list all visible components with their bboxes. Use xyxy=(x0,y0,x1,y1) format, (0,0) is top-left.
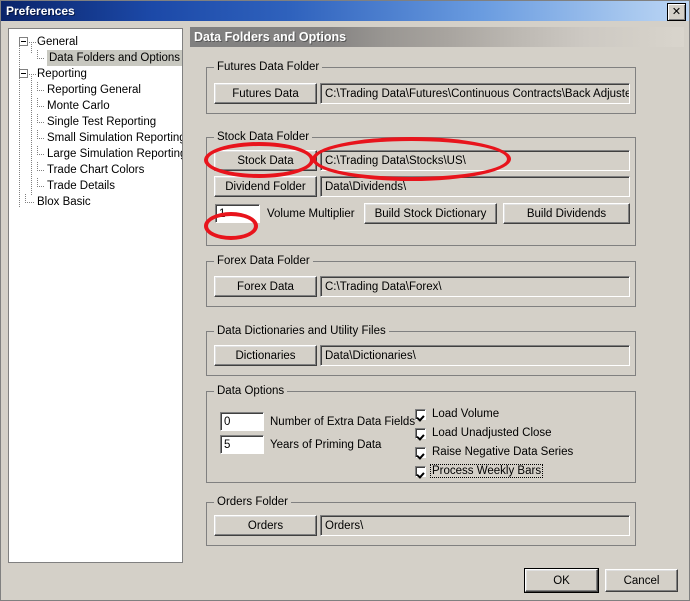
sidebar-item-label: Small Simulation Reporting xyxy=(47,132,183,144)
tree-connector xyxy=(37,90,45,91)
volume-multiplier-input[interactable]: 1 xyxy=(215,204,260,223)
page-title-banner: Data Folders and Options xyxy=(190,27,684,47)
sidebar-item-label: Reporting General xyxy=(47,84,141,96)
checkbox-label: Raise Negative Data Series xyxy=(432,446,574,458)
sidebar-item-data-folders-and-options[interactable]: Data Folders and Options xyxy=(15,50,182,66)
checkmark-icon[interactable] xyxy=(415,427,426,439)
sidebar-item-label: Data Folders and Options xyxy=(47,50,182,66)
sidebar-item-label: Reporting xyxy=(37,68,87,80)
sidebar-item-trade-chart-colors[interactable]: Trade Chart Colors xyxy=(15,162,182,178)
preferences-dialog: Preferences ✕ General Data Folders and Op… xyxy=(0,0,690,601)
tree-connector xyxy=(37,154,45,155)
checkbox-load-volume[interactable]: Load Volume xyxy=(415,408,499,420)
tree-collapse-icon[interactable] xyxy=(19,37,28,46)
checkbox-label: Load Unadjusted Close xyxy=(432,427,552,439)
orders-group-caption: Orders Folder xyxy=(214,496,291,508)
sidebar-item-label: General xyxy=(37,36,78,48)
window-titlebar: Preferences ✕ xyxy=(1,1,689,21)
stock-data-folder-group: Stock Data Folder Stock Data C:\Trading … xyxy=(206,131,636,246)
forex-data-folder-group: Forex Data Folder Forex Data C:\Trading … xyxy=(206,255,636,307)
ok-button[interactable]: OK xyxy=(525,569,598,592)
dictionaries-group-caption: Data Dictionaries and Utility Files xyxy=(214,325,389,337)
tree-connector xyxy=(37,130,38,139)
page-title: Data Folders and Options xyxy=(194,30,347,44)
tree-connector xyxy=(37,186,45,187)
tree-connector xyxy=(37,138,45,139)
checkbox-load-unadjusted-close[interactable]: Load Unadjusted Close xyxy=(415,427,552,439)
sidebar-item-small-simulation-reporting[interactable]: Small Simulation Reporting xyxy=(15,130,182,146)
stock-group-caption: Stock Data Folder xyxy=(214,131,313,143)
forex-data-button[interactable]: Forex Data xyxy=(214,276,317,297)
sidebar-item-general[interactable]: General xyxy=(15,34,182,50)
build-stock-dictionary-button[interactable]: Build Stock Dictionary xyxy=(364,203,497,224)
checkbox-raise-negative-data-series[interactable]: Raise Negative Data Series xyxy=(415,446,573,458)
orders-folder-group: Orders Folder Orders Orders\ xyxy=(206,496,636,546)
tree-connector xyxy=(37,178,38,187)
tree-connector xyxy=(37,50,38,59)
volume-multiplier-label: Volume Multiplier xyxy=(267,208,355,220)
tree-connector xyxy=(37,58,45,59)
sidebar-item-label: Large Simulation Reporting xyxy=(47,148,183,160)
stock-data-button[interactable]: Stock Data xyxy=(214,150,317,171)
sidebar-item-reporting[interactable]: Reporting xyxy=(15,66,182,82)
dictionaries-button[interactable]: Dictionaries xyxy=(214,345,317,366)
window-title: Preferences xyxy=(6,4,75,18)
orders-path-field[interactable]: Orders\ xyxy=(320,515,630,536)
build-dividends-button[interactable]: Build Dividends xyxy=(503,203,630,224)
tree-connector xyxy=(19,42,20,207)
futures-data-button[interactable]: Futures Data xyxy=(214,83,317,104)
tree-connector xyxy=(31,42,32,54)
tree-connector xyxy=(37,162,38,171)
checkmark-icon[interactable] xyxy=(415,408,426,420)
sidebar-item-label: Blox Basic xyxy=(37,196,91,208)
orders-button[interactable]: Orders xyxy=(214,515,317,536)
sidebar-item-monte-carlo[interactable]: Monte Carlo xyxy=(15,98,182,114)
tree-connector xyxy=(37,122,45,123)
tree-connector xyxy=(37,170,45,171)
forex-group-caption: Forex Data Folder xyxy=(214,255,313,267)
sidebar-item-reporting-general[interactable]: Reporting General xyxy=(15,82,182,98)
tree-connector xyxy=(37,146,38,155)
tree-connector xyxy=(31,74,32,196)
preferences-tree[interactable]: General Data Folders and Options Reporting… xyxy=(8,28,183,563)
dictionaries-group: Data Dictionaries and Utility Files Dict… xyxy=(206,325,636,376)
forex-data-path-field[interactable]: C:\Trading Data\Forex\ xyxy=(320,276,630,297)
futures-data-path-field[interactable]: C:\Trading Data\Futures\Continuous Contr… xyxy=(320,83,630,104)
data-options-caption: Data Options xyxy=(214,385,288,397)
futures-data-folder-group: Futures Data Folder Futures Data C:\Trad… xyxy=(206,61,636,114)
stock-data-path-field[interactable]: C:\Trading Data\Stocks\US\ xyxy=(320,150,630,171)
data-options-group: Data Options 0 Number of Extra Data Fiel… xyxy=(206,385,636,483)
tree-connector xyxy=(37,106,45,107)
sidebar-item-label: Trade Chart Colors xyxy=(47,164,145,176)
tree-connector xyxy=(37,114,38,123)
checkmark-icon[interactable] xyxy=(415,465,426,477)
sidebar-item-large-simulation-reporting[interactable]: Large Simulation Reporting xyxy=(15,146,182,162)
checkbox-label: Process Weekly Bars xyxy=(429,464,544,478)
checkbox-label: Load Volume xyxy=(432,408,500,420)
sidebar-item-blox-basic[interactable]: Blox Basic xyxy=(15,194,182,210)
cancel-button[interactable]: Cancel xyxy=(605,569,678,592)
checkbox-process-weekly-bars[interactable]: Process Weekly Bars xyxy=(415,464,544,478)
sidebar-item-label: Trade Details xyxy=(47,180,115,192)
sidebar-item-single-test-reporting[interactable]: Single Test Reporting xyxy=(15,114,182,130)
dividend-folder-button[interactable]: Dividend Folder xyxy=(214,176,317,197)
tree-collapse-icon[interactable] xyxy=(19,69,28,78)
tree-connector xyxy=(37,82,38,91)
tree-connector xyxy=(25,194,26,203)
sidebar-item-label: Monte Carlo xyxy=(47,100,110,112)
dictionaries-path-field[interactable]: Data\Dictionaries\ xyxy=(320,345,630,366)
sidebar-item-label: Single Test Reporting xyxy=(47,116,157,128)
sidebar-item-trade-details[interactable]: Trade Details xyxy=(15,178,182,194)
futures-group-caption: Futures Data Folder xyxy=(214,61,323,73)
close-icon[interactable]: ✕ xyxy=(667,3,686,21)
tree-connector xyxy=(37,98,38,107)
checkmark-icon[interactable] xyxy=(415,446,426,458)
dividend-folder-path-field[interactable]: Data\Dividends\ xyxy=(320,176,630,197)
tree-connector xyxy=(25,202,35,203)
